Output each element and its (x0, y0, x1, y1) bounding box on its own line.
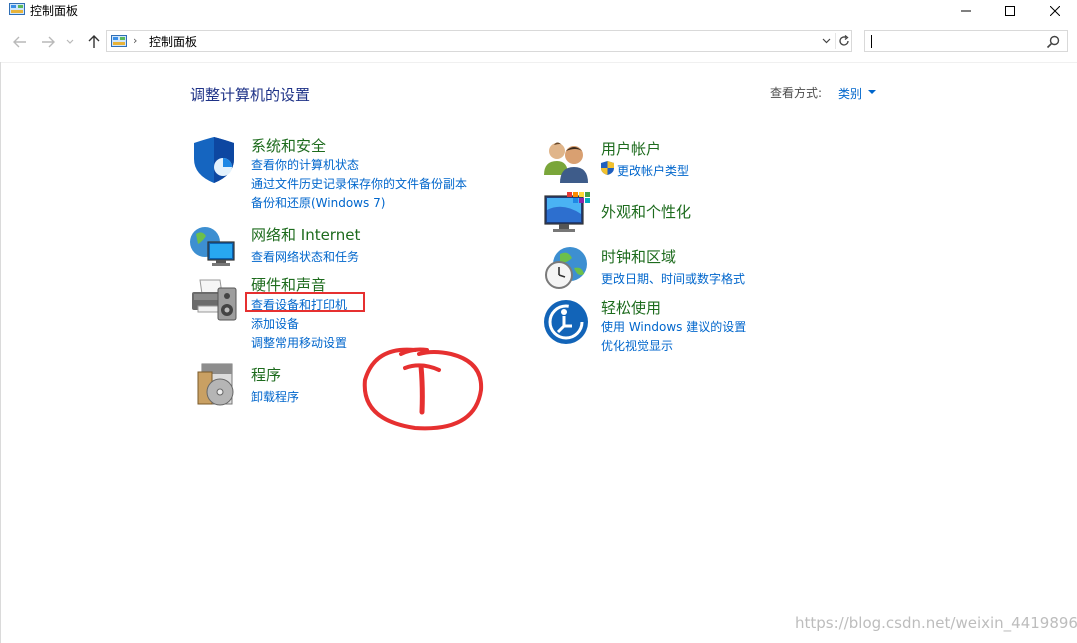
ease-of-access-icon[interactable] (542, 298, 590, 346)
forward-button[interactable] (38, 32, 58, 52)
toolbar-divider (0, 62, 1077, 63)
view-by-label: 查看方式: (770, 86, 823, 100)
annotation-highlight-box (245, 292, 365, 312)
up-button[interactable] (84, 32, 104, 52)
arrow-left-icon (13, 36, 26, 48)
arrow-right-icon (42, 36, 55, 48)
chevron-down-icon (66, 39, 74, 44)
recent-locations-button[interactable] (64, 32, 76, 52)
shield-icon[interactable] (190, 137, 238, 185)
search-icon (1046, 35, 1060, 49)
close-button[interactable] (1032, 0, 1077, 22)
address-dropdown-button[interactable] (819, 33, 833, 49)
category-title-ease-of-access[interactable]: 轻松使用 (601, 297, 661, 318)
title-bar (0, 0, 1077, 22)
link-recommended-settings[interactable]: 使用 Windows 建议的设置 (601, 318, 746, 335)
text-caret (871, 35, 872, 48)
maximize-icon (1005, 6, 1015, 16)
control-panel-icon (9, 3, 25, 15)
printer-icon[interactable] (190, 276, 238, 324)
uac-shield-icon (601, 161, 614, 175)
control-panel-icon (111, 35, 127, 47)
link-add-device[interactable]: 添加设备 (251, 315, 299, 332)
search-input[interactable] (864, 30, 1068, 52)
page-title: 调整计算机的设置 (190, 86, 311, 104)
close-icon (1050, 6, 1060, 16)
back-button[interactable] (10, 32, 30, 52)
link-view-computer-status[interactable]: 查看你的计算机状态 (251, 156, 359, 173)
maximize-button[interactable] (987, 0, 1033, 22)
programs-disc-icon[interactable] (194, 362, 242, 410)
link-view-network-status[interactable]: 查看网络状态和任务 (251, 248, 359, 265)
monitor-palette-icon[interactable] (543, 190, 591, 238)
window-border (0, 62, 1, 643)
link-optimize-visual-display[interactable]: 优化视觉显示 (601, 337, 673, 354)
category-title-user-accounts[interactable]: 用户帐户 (601, 138, 661, 159)
refresh-button[interactable] (835, 33, 852, 49)
category-title-network-internet[interactable]: 网络和 Internet (251, 224, 360, 245)
window-title: 控制面板 (30, 4, 79, 18)
watermark: https://blog.csdn.net/weixin_44198965 (795, 614, 1077, 632)
category-title-appearance[interactable]: 外观和个性化 (601, 201, 691, 222)
category-title-clock-region[interactable]: 时钟和区域 (601, 246, 676, 267)
view-by-dropdown[interactable]: 类别 (838, 85, 862, 102)
category-title-programs[interactable]: 程序 (251, 364, 281, 385)
users-icon[interactable] (542, 137, 590, 185)
refresh-icon (839, 35, 849, 46)
link-change-date-time-format[interactable]: 更改日期、时间或数字格式 (601, 270, 745, 287)
link-mobility-settings[interactable]: 调整常用移动设置 (251, 334, 347, 351)
link-backup-restore[interactable]: 备份和还原(Windows 7) (251, 194, 385, 211)
address-bar[interactable]: › 控制面板 (106, 30, 852, 52)
category-title-system-security[interactable]: 系统和安全 (251, 135, 326, 156)
link-file-history-backup[interactable]: 通过文件历史记录保存你的文件备份副本 (251, 175, 467, 192)
clock-globe-icon[interactable] (542, 244, 590, 292)
dropdown-arrow-icon[interactable] (868, 90, 876, 94)
minimize-button[interactable] (943, 0, 989, 22)
arrow-up-icon (88, 35, 100, 48)
breadcrumb-item[interactable]: 控制面板 (149, 33, 197, 50)
link-change-account-type[interactable]: 更改帐户类型 (617, 162, 689, 179)
breadcrumb-separator: › (133, 34, 138, 47)
chevron-down-icon (822, 38, 830, 44)
minimize-icon (961, 10, 971, 12)
annotation-circled-number-icon (362, 347, 484, 431)
network-globe-icon[interactable] (188, 222, 236, 270)
link-uninstall-program[interactable]: 卸载程序 (251, 388, 299, 405)
